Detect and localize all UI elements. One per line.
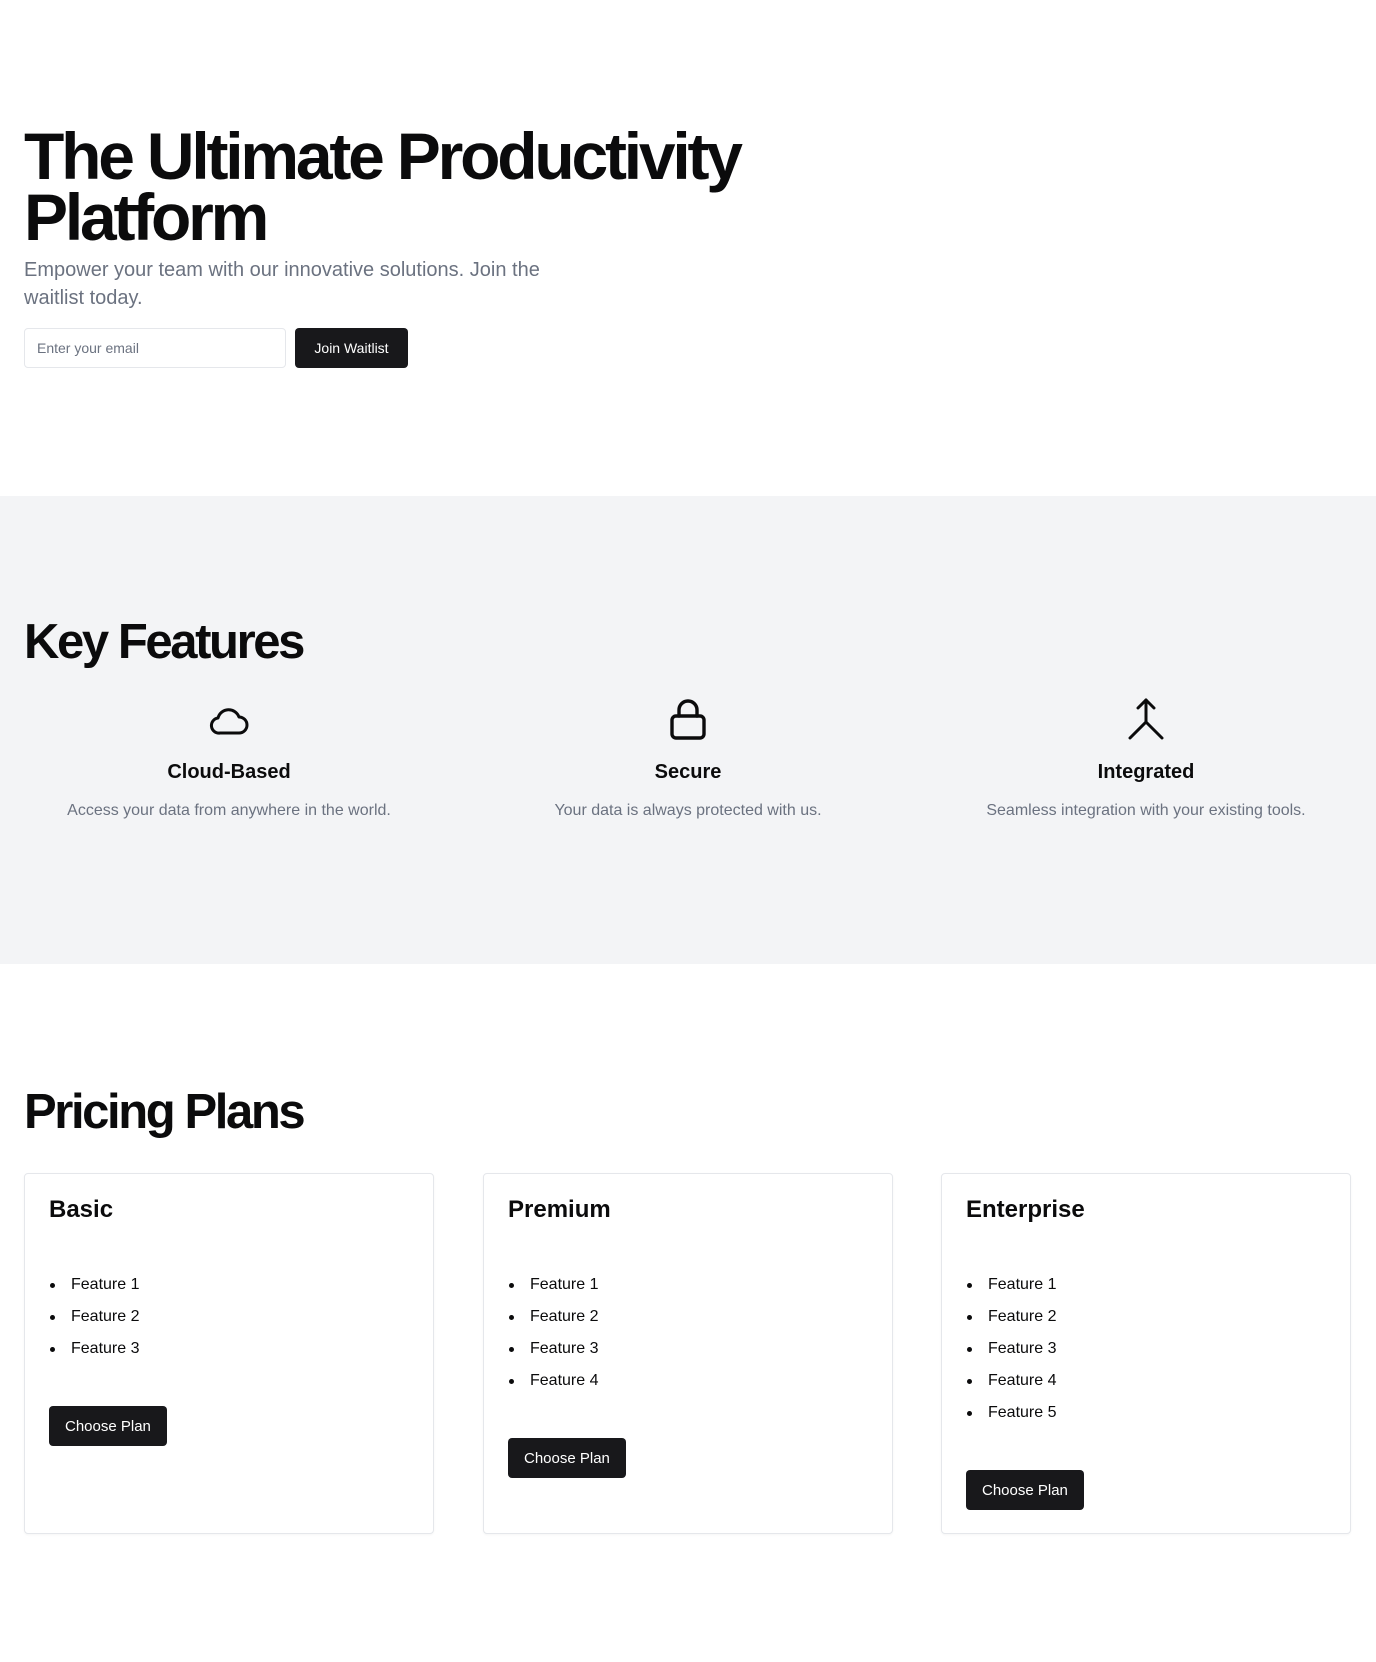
choose-plan-button-basic[interactable]: Choose Plan [49,1406,167,1446]
list-item: Feature 5 [966,1397,1056,1429]
plan-feature-list: Feature 1 Feature 2 Feature 3 [49,1269,139,1365]
list-item: Feature 1 [508,1269,598,1301]
plan-card-premium: Premium Feature 1 Feature 2 Feature 3 Fe… [483,1173,893,1534]
feature-secure: Secure Your data is always protected wit… [488,696,888,822]
feature-description: Seamless integration with your existing … [986,802,1306,819]
pricing-section: Pricing Plans Basic Feature 1 Feature 2 … [0,964,1376,1662]
plan-feature-list: Feature 1 Feature 2 Feature 3 Feature 4 [508,1269,598,1397]
list-item: Feature 2 [49,1301,139,1333]
list-item: Feature 3 [49,1333,139,1365]
plan-name: Basic [49,1196,114,1223]
hero-title: The Ultimate Productivity Platform [24,119,743,254]
list-item: Feature 2 [508,1301,598,1333]
choose-plan-button-premium[interactable]: Choose Plan [508,1438,626,1478]
feature-description: Your data is always protected with us. [554,802,822,819]
feature-title: Cloud-Based [167,761,291,783]
feature-description: Access your data from anywhere in the wo… [67,802,391,819]
list-item: Feature 3 [508,1333,598,1365]
lock-icon [664,696,712,744]
list-item: Feature 4 [966,1365,1056,1397]
features-title: Key Features [24,615,305,669]
merge-icon [1122,696,1170,744]
plan-name: Premium [508,1196,611,1223]
feature-title: Integrated [1097,761,1195,783]
list-item: Feature 2 [966,1301,1056,1333]
plan-feature-list: Feature 1 Feature 2 Feature 3 Feature 4 … [966,1269,1056,1429]
plan-name: Enterprise [966,1196,1085,1223]
cloud-icon [205,696,253,744]
join-waitlist-button[interactable]: Join Waitlist [295,328,408,368]
feature-integrated: Integrated Seamless integration with you… [946,696,1346,822]
plan-card-enterprise: Enterprise Feature 1 Feature 2 Feature 3… [941,1173,1351,1534]
pricing-title: Pricing Plans [24,1085,306,1139]
choose-plan-button-enterprise[interactable]: Choose Plan [966,1470,1084,1510]
hero-section: The Ultimate Productivity Platform Empow… [0,0,1376,496]
list-item: Feature 4 [508,1365,598,1397]
hero-subtitle: Empower your team with our innovative so… [24,259,540,309]
feature-cloud-based: Cloud-Based Access your data from anywhe… [29,696,429,822]
email-input[interactable] [24,328,286,368]
list-item: Feature 1 [49,1269,139,1301]
feature-title: Secure [654,761,722,783]
features-section: Key Features Cloud-Based Access your dat… [0,496,1376,964]
list-item: Feature 1 [966,1269,1056,1301]
plan-card-basic: Basic Feature 1 Feature 2 Feature 3 Choo… [24,1173,434,1534]
list-item: Feature 3 [966,1333,1056,1365]
